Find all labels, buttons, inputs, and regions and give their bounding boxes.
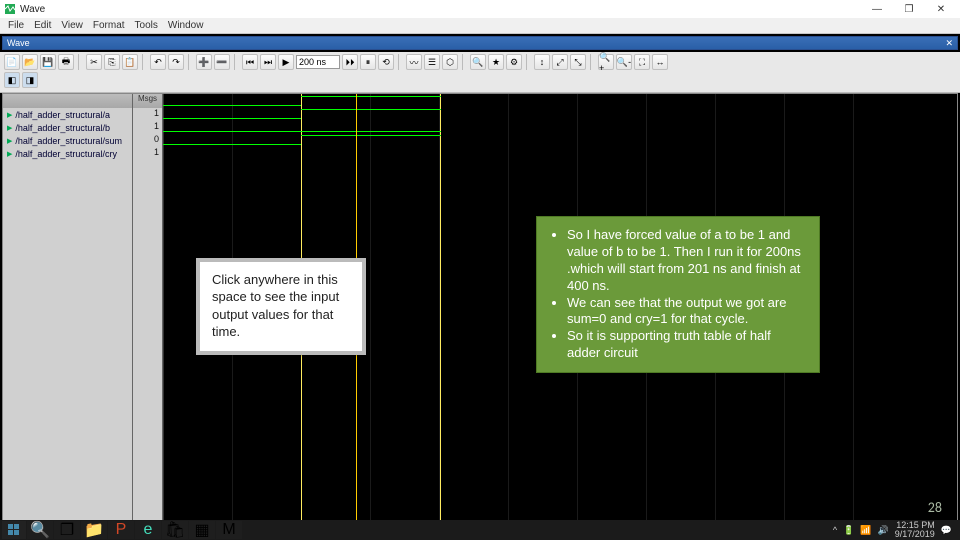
- taskbar-app-icon[interactable]: ▦: [189, 521, 215, 539]
- wave-pane-close-button[interactable]: ✕: [945, 38, 953, 49]
- slide-number: 28: [928, 499, 942, 516]
- run-button[interactable]: ▶: [278, 54, 294, 70]
- tray-battery-icon: 🔋: [843, 525, 854, 536]
- signal-row[interactable]: /half_adder_structural/cry: [3, 147, 132, 160]
- signal-row[interactable]: /half_adder_structural/a: [3, 108, 132, 121]
- zoom-cursor-button[interactable]: ↔: [652, 54, 668, 70]
- taskbar-powerpoint-icon[interactable]: P: [108, 521, 134, 539]
- wave-pane-header: Wave ✕: [2, 36, 958, 50]
- bookmark-button[interactable]: ★: [488, 54, 504, 70]
- toggle-leaf-button[interactable]: ◧: [4, 72, 20, 88]
- tray-up-icon[interactable]: ^: [833, 525, 837, 535]
- menu-window[interactable]: Window: [164, 20, 208, 31]
- taskbar-taskview-icon[interactable]: ❐: [54, 521, 80, 539]
- close-button[interactable]: ✕: [930, 2, 952, 16]
- paste-button[interactable]: 📋: [122, 54, 138, 70]
- expand-icon[interactable]: ⤢: [552, 54, 568, 70]
- taskbar-explorer-icon[interactable]: 📁: [81, 521, 107, 539]
- taskbar-modelsim-icon[interactable]: M: [216, 521, 242, 539]
- dataflow-icon[interactable]: ⬡: [442, 54, 458, 70]
- add-button[interactable]: ➕: [196, 54, 212, 70]
- zoom-full-button[interactable]: ⛶: [634, 54, 650, 70]
- run-all-button[interactable]: ⏵⏵: [342, 54, 358, 70]
- start-button[interactable]: [2, 521, 26, 539]
- annotation-left: Click anywhere in this space to see the …: [196, 258, 366, 355]
- signal-name-column: /half_adder_structural/a /half_adder_str…: [3, 94, 133, 528]
- system-tray[interactable]: ^ 🔋 📶 🔊 12:15 PM 9/17/2019 💬: [833, 521, 958, 539]
- taskbar-search-icon[interactable]: 🔍: [27, 521, 53, 539]
- msgs-header: Msgs: [133, 94, 162, 108]
- menu-view[interactable]: View: [57, 20, 87, 31]
- value-cell: 1: [133, 121, 162, 134]
- menu-tools[interactable]: Tools: [131, 20, 162, 31]
- config-button[interactable]: ⚙: [506, 54, 522, 70]
- toolbar-area: 📄 📂 💾 🖶 ✂ ⎘ 📋 ↶ ↷ ➕ ➖ ⏮ ⏭ ▶ ⏵⏵ ⏸ ⟲ 〰 ☰ ⬡…: [0, 52, 960, 93]
- save-button[interactable]: 💾: [40, 54, 56, 70]
- break-button[interactable]: ⏸: [360, 54, 376, 70]
- title-bar: Wave — ❐ ✕: [0, 0, 960, 18]
- wave-pane-title: Wave: [7, 38, 30, 48]
- menu-format[interactable]: Format: [89, 20, 129, 31]
- open-button[interactable]: 📂: [22, 54, 38, 70]
- menu-file[interactable]: File: [4, 20, 28, 31]
- signal-value-column: Msgs 1 1 0 1: [133, 94, 163, 528]
- tray-wifi-icon: 📶: [860, 525, 871, 536]
- windows-taskbar: 🔍 ❐ 📁 P e 🛍 ▦ M ^ 🔋 📶 🔊 12:15 PM 9/17/20…: [0, 520, 960, 540]
- collapse-icon[interactable]: ⤡: [570, 54, 586, 70]
- taskbar-edge-icon[interactable]: e: [135, 521, 161, 539]
- tray-date: 9/17/2019: [895, 530, 935, 539]
- new-button[interactable]: 📄: [4, 54, 20, 70]
- copy-button[interactable]: ⎘: [104, 54, 120, 70]
- redo-button[interactable]: ↷: [168, 54, 184, 70]
- signal-row[interactable]: /half_adder_structural/sum: [3, 134, 132, 147]
- maximize-button[interactable]: ❐: [898, 2, 920, 16]
- value-cell: 1: [133, 147, 162, 160]
- window-title: Wave: [20, 4, 45, 15]
- tray-volume-icon: 🔊: [878, 525, 889, 536]
- value-cell: 0: [133, 134, 162, 147]
- step-back-button[interactable]: ⏮: [242, 54, 258, 70]
- cut-button[interactable]: ✂: [86, 54, 102, 70]
- wave-icon[interactable]: 〰: [406, 54, 422, 70]
- signal-list: /half_adder_structural/a /half_adder_str…: [3, 108, 132, 528]
- run-length-input[interactable]: [296, 55, 340, 69]
- restart-button[interactable]: ⟲: [378, 54, 394, 70]
- annotation-right: So I have forced value of a to be 1 and …: [536, 216, 820, 373]
- zoom-out-button[interactable]: 🔍-: [616, 54, 632, 70]
- taskbar-store-icon[interactable]: 🛍: [162, 521, 188, 539]
- minimize-button[interactable]: —: [866, 2, 888, 16]
- print-button[interactable]: 🖶: [58, 54, 74, 70]
- list-icon[interactable]: ☰: [424, 54, 440, 70]
- undo-button[interactable]: ↶: [150, 54, 166, 70]
- cursor-icon[interactable]: ↕: [534, 54, 550, 70]
- app-icon: [4, 3, 16, 15]
- menu-edit[interactable]: Edit: [30, 20, 55, 31]
- remove-button[interactable]: ➖: [214, 54, 230, 70]
- tray-notifications-icon[interactable]: 💬: [941, 525, 952, 536]
- zoom-in-button[interactable]: 🔍+: [598, 54, 614, 70]
- toggle-path-button[interactable]: ◨: [22, 72, 38, 88]
- menu-bar: File Edit View Format Tools Window: [0, 18, 960, 34]
- step-fwd-button[interactable]: ⏭: [260, 54, 276, 70]
- value-cell: 1: [133, 108, 162, 121]
- find-button[interactable]: 🔍: [470, 54, 486, 70]
- signal-row[interactable]: /half_adder_structural/b: [3, 121, 132, 134]
